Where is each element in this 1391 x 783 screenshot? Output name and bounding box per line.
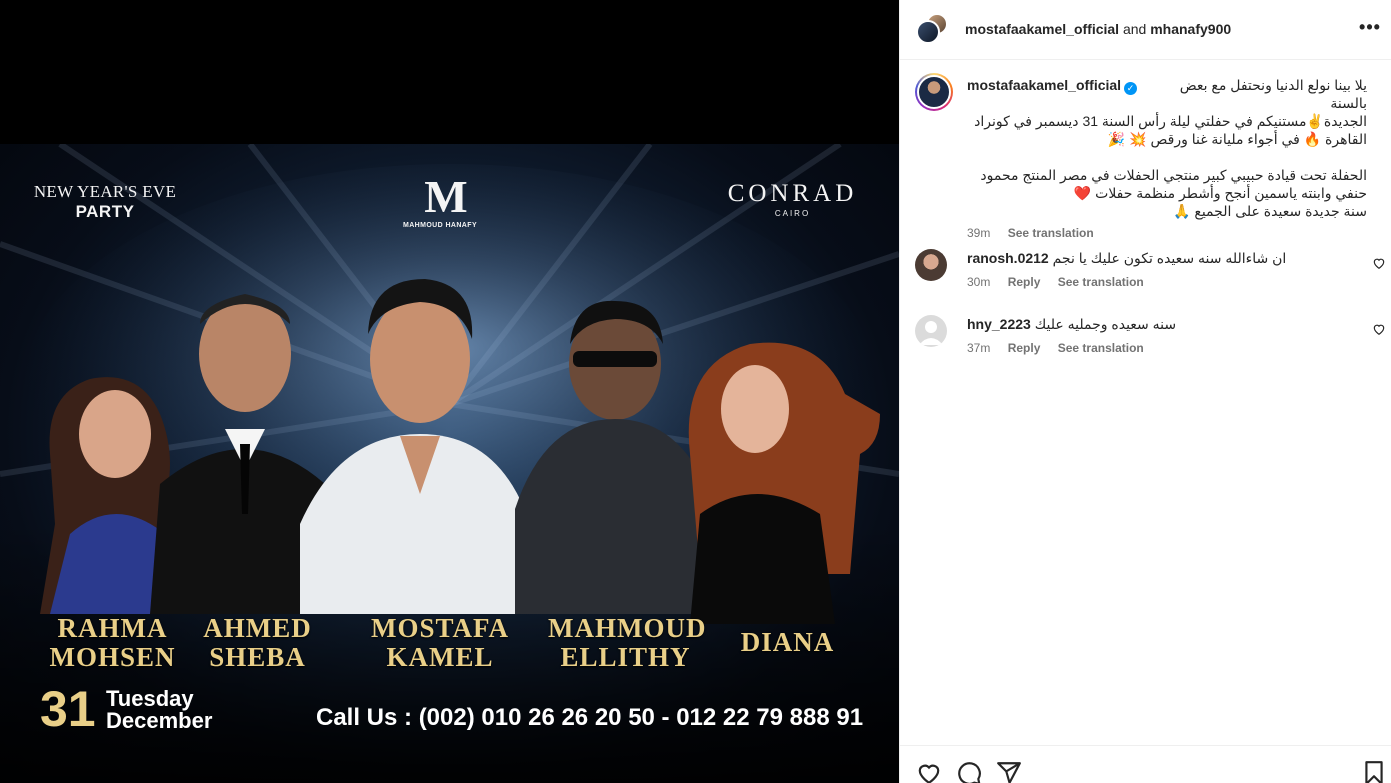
mahmoud-hanafy-logo: M MAHMOUD HANAFY — [395, 171, 485, 230]
artist-name-2-line1: AHMED — [203, 613, 312, 643]
caption-see-translation[interactable]: See translation — [1008, 226, 1094, 240]
instagram-post-view: NEW YEAR'S EVE PARTY M MAHMOUD HANAFY CO… — [0, 0, 1391, 783]
event-date-number: 31 — [40, 681, 96, 737]
caption-line-7: سنة جديدة سعيدة على الجميع 🙏 — [1173, 203, 1367, 219]
comment-text: ان شاءالله سنه سعيده تكون عليك يا نجم — [1052, 250, 1287, 266]
mh-logo-name: MAHMOUD HANAFY — [402, 222, 478, 229]
post-actions-bar — [900, 745, 1391, 783]
comment-like-heart-icon[interactable] — [1372, 256, 1386, 270]
share-paper-plane-icon[interactable] — [996, 760, 1022, 783]
artist-name-1-line2: MOHSEN — [49, 642, 176, 672]
caption-meta: 39m See translation — [967, 224, 1367, 242]
artist-photo-mostafa — [300, 279, 530, 614]
comment-username-link[interactable]: hny_2223 — [967, 316, 1031, 332]
comment-meta: 30m Reply See translation — [967, 275, 1158, 289]
post-caption: mostafaakamel_official ✓ يلا بينا نولع ال… — [967, 76, 1367, 242]
conrad-logo: CONRAD — [727, 180, 858, 207]
caption-line-1: يلا بينا نولع الدنيا ونحتفل مع بعض بالسن… — [1179, 77, 1367, 111]
event-date-month: December — [106, 708, 213, 733]
comment-see-translation[interactable]: See translation — [1058, 341, 1144, 355]
poster-nye-label: NEW YEAR'S EVE — [33, 182, 177, 201]
artist-name-3: MOSTAFA KAMEL — [360, 614, 520, 672]
comment-username-link[interactable]: ranosh.0212 — [967, 250, 1049, 266]
artist-name-1: RAHMA MOHSEN — [40, 614, 185, 672]
post-sidebar: mostafaakamel_official and mhanafy900 ••… — [899, 0, 1391, 783]
comment-body: hny_2223 سنه سعيده وجمليه عليك — [967, 315, 1367, 333]
comment-like-heart-icon[interactable] — [1372, 322, 1386, 336]
comment-meta: 37m Reply See translation — [967, 341, 1158, 355]
caption-timestamp[interactable]: 39m — [967, 226, 990, 240]
artist-name-5: DIANA — [720, 628, 855, 657]
event-phone-numbers: Call Us : (002) 010 26 26 20 50 - 012 22… — [316, 704, 864, 731]
caption-line-6: حنفي وابنته ياسمين أنجح وأشطر منظمة حفلا… — [1073, 185, 1367, 201]
artist-photo-diana — [688, 342, 880, 624]
post-media[interactable]: NEW YEAR'S EVE PARTY M MAHMOUD HANAFY CO… — [0, 0, 899, 783]
event-date-day: Tuesday — [106, 686, 194, 711]
caption-author-avatar[interactable] — [915, 73, 953, 111]
artist-name-2-line2: SHEBA — [209, 642, 306, 672]
comment-reply-button[interactable]: Reply — [1008, 341, 1041, 355]
comment-avatar[interactable] — [915, 249, 947, 281]
caption-username-link[interactable]: mostafaakamel_official — [967, 77, 1121, 93]
comment-text: سنه سعيده وجمليه عليك — [1034, 316, 1177, 332]
authors-conjunction: and — [1122, 21, 1147, 37]
caption-line-4 — [967, 148, 1367, 166]
verified-badge-icon: ✓ — [1124, 82, 1138, 95]
more-options-icon[interactable]: ••• — [1358, 18, 1382, 40]
mh-logo-mark: M — [424, 171, 467, 222]
conrad-city: CAIRO — [774, 209, 811, 218]
poster-party-label: PARTY — [75, 202, 135, 221]
caption-line-2: الجديدة✌️مستنيكم في حفلتي ليلة رأس السنة… — [974, 113, 1367, 129]
artist-name-2: AHMED SHEBA — [190, 614, 325, 672]
artist-name-3-line2: KAMEL — [386, 642, 494, 672]
save-bookmark-icon[interactable] — [1361, 760, 1387, 783]
comment-see-translation[interactable]: See translation — [1058, 275, 1144, 289]
comment-avatar-default[interactable] — [915, 315, 947, 347]
artist-name-1-line1: RAHMA — [57, 613, 168, 643]
artist-name-4-line2: ELLITHY — [560, 642, 691, 672]
caption-line-3: القاهرة 🔥 في أجواء مليانة غنا ورقص 💥 🎉 — [1107, 131, 1367, 147]
post-header: mostafaakamel_official and mhanafy900 ••… — [900, 0, 1391, 60]
artist-name-4: MAHMOUD ELLITHY — [548, 613, 707, 672]
artist-name-5-line1: DIANA — [740, 627, 835, 657]
artist-name-3-line1: MOSTAFA — [371, 613, 509, 643]
comment-timestamp[interactable]: 37m — [967, 341, 990, 355]
comment-timestamp[interactable]: 30m — [967, 275, 990, 289]
like-heart-icon[interactable] — [916, 760, 942, 783]
comment-bubble-icon[interactable] — [956, 760, 982, 783]
artist-name-4-line1: MAHMOUD — [548, 613, 707, 643]
author-username-link[interactable]: mostafaakamel_official — [965, 21, 1119, 37]
collaborator-username-link[interactable]: mhanafy900 — [1150, 21, 1231, 37]
author-avatar[interactable] — [916, 20, 940, 44]
comment-body: ranosh.0212 ان شاءالله سنه سعيده تكون عل… — [967, 249, 1367, 267]
event-poster-image: NEW YEAR'S EVE PARTY M MAHMOUD HANAFY CO… — [0, 144, 899, 783]
caption-line-5: الحفلة تحت قيادة حبيبي كبير منتجي الحفلا… — [980, 167, 1367, 183]
comment-reply-button[interactable]: Reply — [1008, 275, 1041, 289]
post-authors: mostafaakamel_official and mhanafy900 — [965, 21, 1231, 37]
